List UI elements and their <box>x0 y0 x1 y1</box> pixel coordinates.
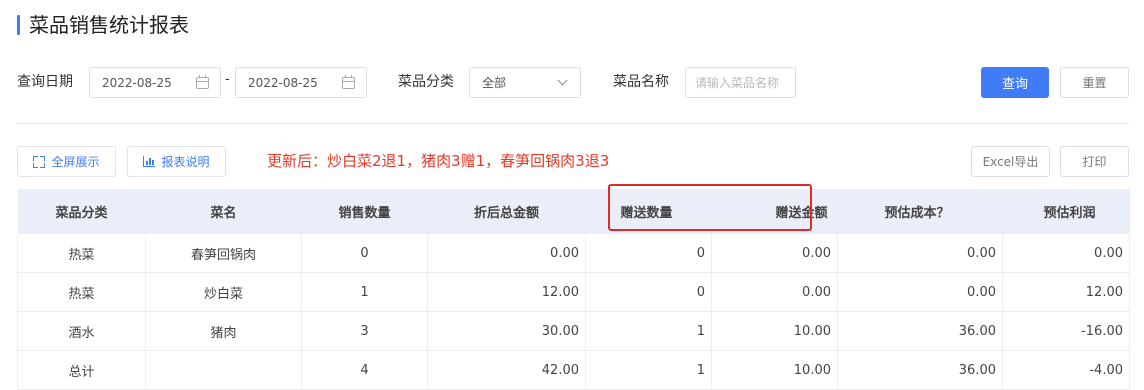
table-cell: 1 <box>585 350 712 390</box>
table-cell: 12.00 <box>1002 272 1130 312</box>
category-select-value: 全部 <box>482 76 507 90</box>
table-row: 热菜 春笋回锅肉 0 0.00 0 0.00 0.00 0.00 <box>17 233 1130 273</box>
table-cell: -4.00 <box>1002 350 1130 390</box>
table-cell: 0 <box>585 272 712 312</box>
table-cell: -16.00 <box>1002 311 1130 351</box>
chevron-down-icon <box>557 75 568 86</box>
col-header: 销售数量 <box>301 189 428 234</box>
table-cell: 春笋回锅肉 <box>145 233 302 273</box>
dish-name-label: 菜品名称 <box>613 74 669 90</box>
table-cell: 30.00 <box>427 311 586 351</box>
fullscreen-icon <box>33 155 46 168</box>
date-separator: - <box>225 72 230 87</box>
table-cell: 0.00 <box>837 233 1003 273</box>
date-start-picker[interactable]: 2022-08-25 <box>89 67 221 98</box>
excel-export-button[interactable]: Excel导出 <box>971 146 1050 177</box>
update-notice: 更新后：炒白菜2退1，猪肉3赠1，春笋回锅肉3退3 <box>267 152 610 170</box>
table-cell: 1 <box>585 311 712 351</box>
fullscreen-label: 全屏展示 <box>51 155 100 169</box>
report-help-button[interactable]: 报表说明 <box>127 146 226 177</box>
table-row: 热菜 炒白菜 1 12.00 0 0.00 0.00 12.00 <box>17 272 1130 312</box>
table-cell: 36.00 <box>837 350 1003 390</box>
table-header-row: 菜品分类 菜名 销售数量 折后总金额 赠送数量 赠送金额 预估成本？ 预估利润 <box>17 189 1130 234</box>
col-header: 菜品分类 <box>17 189 146 234</box>
col-header: 预估成本？ <box>837 189 1003 234</box>
col-header: 菜名 <box>145 189 302 234</box>
date-label: 查询日期 <box>17 74 73 90</box>
table-row: 酒水 猪肉 3 30.00 1 10.00 36.00 -16.00 <box>17 311 1130 351</box>
bar-chart-icon <box>143 156 156 167</box>
date-start-value: 2022-08-25 <box>102 75 172 90</box>
category-label: 菜品分类 <box>398 74 454 90</box>
section-divider <box>17 123 1129 124</box>
reset-button[interactable]: 重置 <box>1060 67 1129 98</box>
table-cell: 3 <box>301 311 428 351</box>
table-cell: 热菜 <box>17 233 146 273</box>
table-cell: 0.00 <box>711 233 838 273</box>
table-cell: 0.00 <box>1002 233 1130 273</box>
title-accent-bar <box>17 15 20 35</box>
table-cell: 0 <box>301 233 428 273</box>
date-end-picker[interactable]: 2022-08-25 <box>235 67 367 98</box>
table-cell: 炒白菜 <box>145 272 302 312</box>
table-cell: 0 <box>585 233 712 273</box>
gift-columns-highlight-box <box>608 184 812 231</box>
date-end-value: 2022-08-25 <box>248 75 318 90</box>
col-header: 预估利润 <box>1002 189 1130 234</box>
search-button[interactable]: 查询 <box>981 67 1049 98</box>
fullscreen-button[interactable]: 全屏展示 <box>17 146 116 177</box>
calendar-icon <box>342 74 355 89</box>
table-cell: 42.00 <box>427 350 586 390</box>
page-title: 菜品销售统计报表 <box>29 13 189 37</box>
table-cell: 10.00 <box>711 311 838 351</box>
dish-name-input[interactable]: 请输入菜品名称 <box>685 67 796 98</box>
table-cell: 0.00 <box>711 272 838 312</box>
col-header: 折后总金额 <box>427 189 586 234</box>
table-cell: 10.00 <box>711 350 838 390</box>
print-button[interactable]: 打印 <box>1060 146 1129 177</box>
table-cell <box>145 350 302 390</box>
table-cell: 12.00 <box>427 272 586 312</box>
table-cell: 36.00 <box>837 311 1003 351</box>
table-cell: 0.00 <box>427 233 586 273</box>
table-cell: 4 <box>301 350 428 390</box>
table-cell: 1 <box>301 272 428 312</box>
table-cell: 0.00 <box>837 272 1003 312</box>
report-help-label: 报表说明 <box>161 155 210 169</box>
table-cell: 猪肉 <box>145 311 302 351</box>
table-cell: 总计 <box>17 350 146 390</box>
table-cell: 酒水 <box>17 311 146 351</box>
dish-name-placeholder: 请输入菜品名称 <box>695 76 780 90</box>
category-select[interactable]: 全部 <box>469 67 581 98</box>
sales-report-table: 菜品分类 菜名 销售数量 折后总金额 赠送数量 赠送金额 预估成本？ 预估利润 … <box>17 189 1130 390</box>
table-total-row: 总计 4 42.00 1 10.00 36.00 -4.00 <box>17 350 1130 390</box>
calendar-icon <box>196 74 209 89</box>
table-cell: 热菜 <box>17 272 146 312</box>
